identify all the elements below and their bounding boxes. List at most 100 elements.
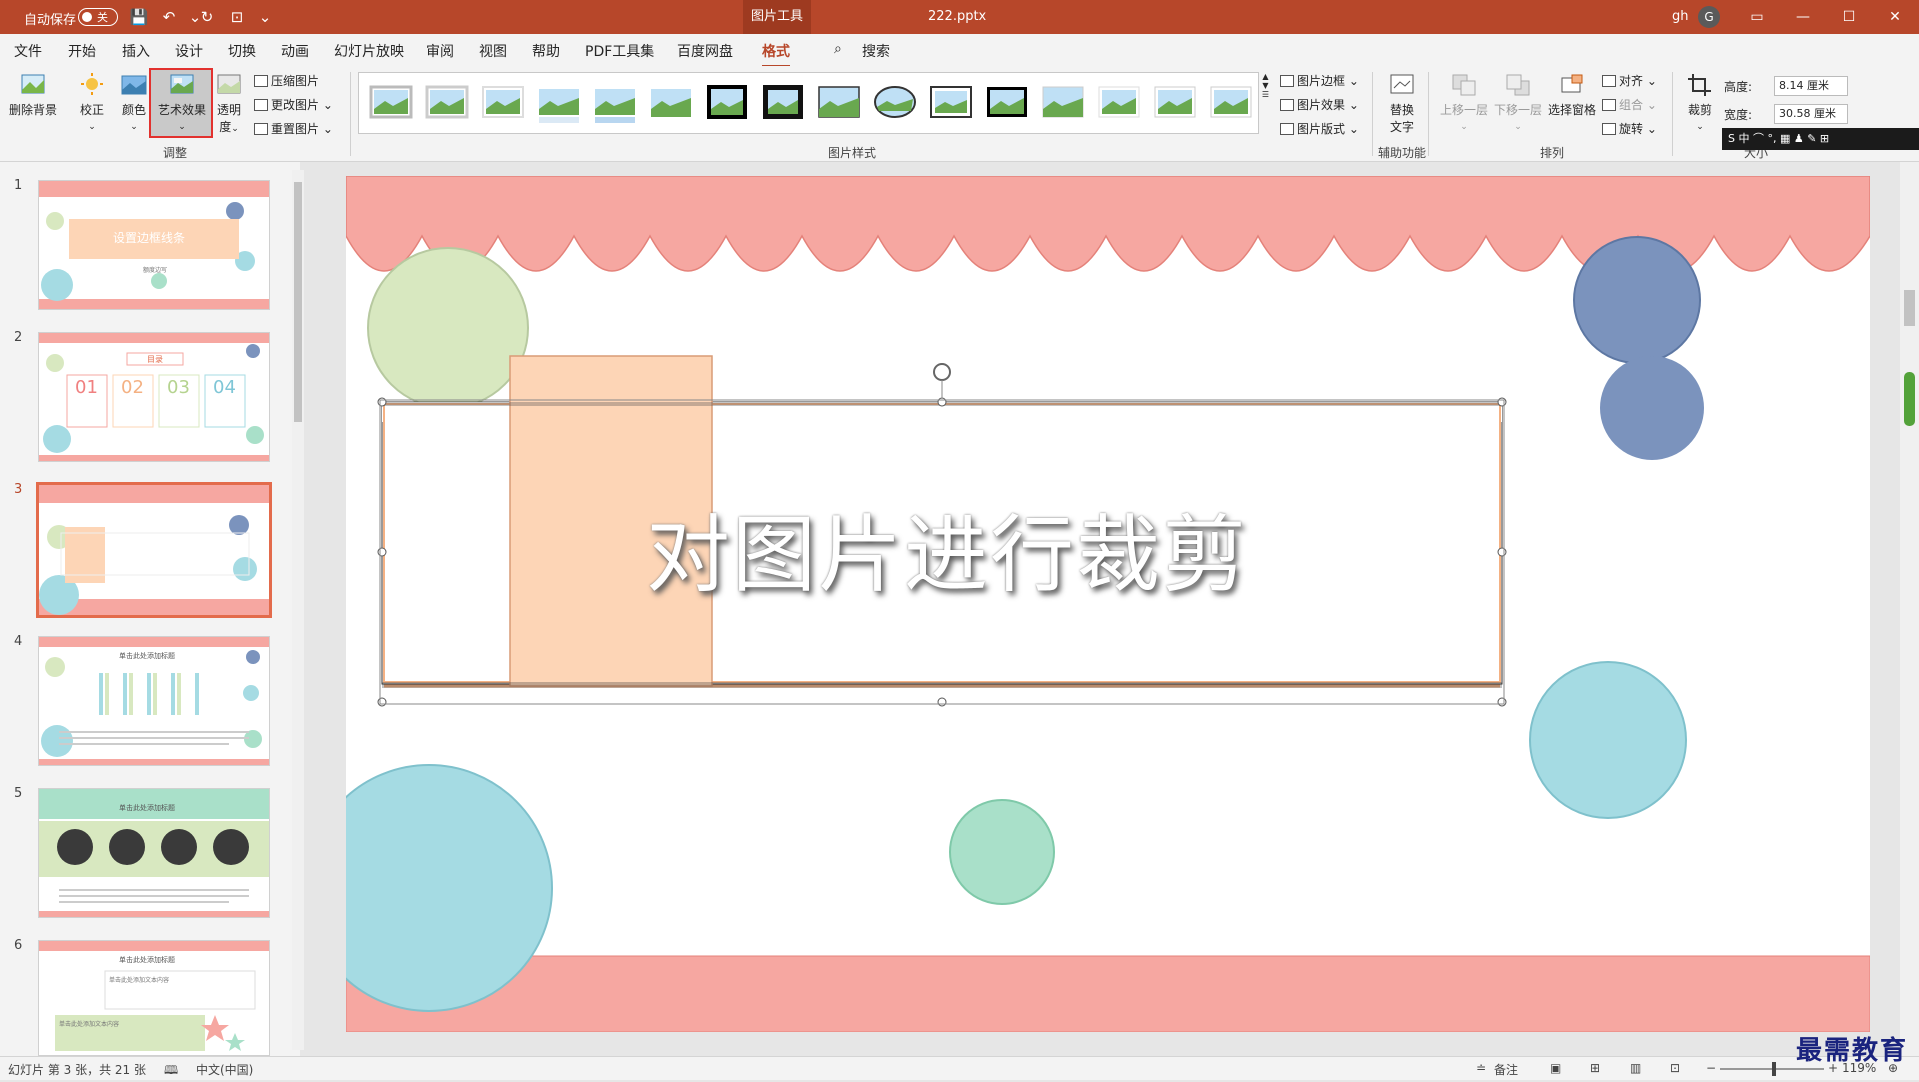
slide-thumbnail-3[interactable]	[36, 482, 272, 618]
style-thumb[interactable]	[1210, 86, 1252, 118]
close-icon[interactable]: ✕	[1872, 0, 1918, 34]
slide-thumbnail-2[interactable]: 目录 01 02 03 04	[38, 332, 270, 462]
correct-button[interactable]: 校正 ⌄	[74, 72, 110, 132]
bottom-band	[346, 955, 1870, 1032]
zoom-slider-thumb[interactable]	[1772, 1062, 1776, 1076]
autosave-toggle[interactable]: 关	[78, 8, 118, 26]
normal-view-icon[interactable]: ▣	[1550, 1061, 1561, 1075]
tab-review[interactable]: 审阅	[426, 41, 454, 61]
style-thumb[interactable]	[651, 89, 691, 117]
picture-effects-button[interactable]: 图片效果 ⌄	[1280, 96, 1359, 113]
reset-picture-button[interactable]: 重置图片 ⌄	[254, 120, 333, 137]
slide-scrollbar[interactable]	[1900, 162, 1919, 1056]
avatar[interactable]: G	[1698, 6, 1720, 28]
slide-1-subtitle: 额度边写	[143, 267, 168, 274]
style-thumb[interactable]	[930, 86, 972, 118]
redo-icon[interactable]: ↻	[196, 6, 218, 28]
tab-transitions[interactable]: 切换	[228, 41, 256, 61]
gallery-scroll[interactable]: ▲ ▼ ☰	[1258, 72, 1272, 134]
height-input[interactable]: 8.14 厘米	[1774, 76, 1848, 96]
align-button[interactable]: 对齐 ⌄	[1602, 72, 1657, 89]
ribbon-tabs: 文件 开始 插入 设计 切换 动画 幻灯片放映 审阅 视图 帮助 PDF工具集 …	[0, 34, 1919, 96]
style-thumb[interactable]	[1154, 86, 1196, 118]
slideshow-view-icon[interactable]: ⊡	[1670, 1061, 1680, 1075]
slide-sorter-icon[interactable]: ⊞	[1590, 1061, 1600, 1075]
spellcheck-icon[interactable]: 🕮	[164, 1061, 178, 1082]
transparency-button[interactable]: 透明 度⌄	[214, 72, 244, 135]
save-icon[interactable]: 💾	[128, 6, 150, 28]
tab-help[interactable]: 帮助	[532, 41, 560, 61]
style-thumb[interactable]	[874, 86, 916, 118]
compress-pictures-button[interactable]: 压缩图片	[254, 72, 319, 89]
style-thumb[interactable]	[482, 86, 524, 118]
selection-pane-button[interactable]: 选择窗格	[1546, 72, 1598, 118]
art-effects-button-highlighted[interactable]: 艺术效果 ⌄	[150, 72, 214, 132]
color-button[interactable]: 颜色 ⌄	[116, 72, 152, 132]
tab-format[interactable]: 格式	[762, 41, 790, 68]
change-picture-button[interactable]: 更改图片 ⌄	[254, 96, 333, 113]
maximize-icon[interactable]: ☐	[1826, 0, 1872, 34]
width-label: 宽度:	[1724, 108, 1753, 122]
remove-background-button[interactable]: 删除背景	[8, 72, 58, 118]
style-thumb[interactable]	[539, 89, 579, 123]
color-icon	[121, 75, 147, 95]
slide-thumbnail-1[interactable]: 设置边框线条 额度边写	[38, 180, 270, 310]
style-thumb[interactable]	[818, 86, 860, 118]
slide-thumbnail-6[interactable]: 单击此处添加标题 单击此处添加文本内容 单击此处添加文本内容	[38, 940, 270, 1056]
rotate-handle-icon[interactable]	[933, 363, 951, 398]
search-icon[interactable]: ⌕	[834, 41, 842, 57]
style-thumb[interactable]	[369, 85, 413, 119]
send-backward-button[interactable]: 下移一层 ⌄	[1492, 72, 1544, 132]
scroll-thumb[interactable]	[1904, 290, 1915, 326]
undo-icon[interactable]: ↶	[158, 6, 180, 28]
slide-title[interactable]: 对图片进行裁剪	[646, 488, 1546, 609]
picture-border-button[interactable]: 图片边框 ⌄	[1280, 72, 1359, 89]
style-thumb[interactable]	[1042, 86, 1084, 118]
tab-view[interactable]: 视图	[479, 41, 507, 61]
reading-view-icon[interactable]: ▥	[1630, 1061, 1641, 1075]
present-icon[interactable]: ⊡	[226, 6, 248, 28]
style-thumb[interactable]	[987, 87, 1027, 117]
group-label-arrange: 排列	[1540, 146, 1565, 160]
search-label[interactable]: 搜索	[862, 41, 890, 61]
style-thumb[interactable]	[707, 85, 747, 119]
ribbon-display-icon[interactable]: ▭	[1734, 0, 1780, 34]
group-button[interactable]: 组合 ⌄	[1602, 96, 1657, 113]
tab-file[interactable]: 文件	[14, 41, 42, 61]
tab-home[interactable]: 开始	[68, 41, 96, 61]
slide-thumbnail-5[interactable]: 单击此处添加标题	[38, 788, 270, 918]
language[interactable]: 中文(中国)	[196, 1061, 253, 1078]
width-input[interactable]: 30.58 厘米	[1774, 104, 1848, 124]
alt-text-button[interactable]: 替换 文字	[1384, 72, 1420, 135]
zoom-out-icon[interactable]: −	[1706, 1061, 1716, 1075]
slide-2-item: 04	[213, 377, 236, 398]
notes-button[interactable]: 备注	[1494, 1061, 1518, 1078]
style-thumb[interactable]	[763, 85, 803, 119]
picture-layout-button[interactable]: 图片版式 ⌄	[1280, 120, 1359, 137]
title-bar: 自动保存 关 💾 ↶ ⌄ ↻ ⊡ ⌄ 图片工具 222.pptx gh G ▭ …	[0, 0, 1919, 34]
tab-animations[interactable]: 动画	[281, 41, 309, 61]
minimize-icon[interactable]: —	[1780, 0, 1826, 34]
tab-slideshow[interactable]: 幻灯片放映	[334, 41, 404, 61]
rotate-button[interactable]: 旋转 ⌄	[1602, 120, 1657, 137]
slide-6-title: 单击此处添加标题	[119, 956, 175, 964]
crop-button[interactable]: 裁剪 ⌄	[1682, 72, 1718, 132]
tab-baidu-netdisk[interactable]: 百度网盘	[677, 41, 733, 61]
user-name: gh	[1672, 9, 1689, 24]
style-thumb[interactable]	[425, 85, 469, 119]
slide-info: 幻灯片 第 3 张，共 21 张	[8, 1063, 146, 1077]
customize-qat-icon[interactable]: ⌄	[254, 6, 276, 28]
tab-design[interactable]: 设计	[175, 41, 203, 61]
thumbnail-pane-scrollbar[interactable]	[292, 170, 304, 1050]
tab-insert[interactable]: 插入	[122, 41, 150, 61]
style-thumb[interactable]	[595, 89, 635, 123]
scroll-thumb[interactable]	[294, 182, 302, 422]
current-slide[interactable]: 对图片进行裁剪	[346, 176, 1870, 1032]
zoom-slider[interactable]	[1720, 1062, 1824, 1076]
style-thumb[interactable]	[1098, 86, 1140, 118]
notes-icon[interactable]: ≐	[1476, 1061, 1486, 1075]
bring-forward-button[interactable]: 上移一层 ⌄	[1438, 72, 1490, 132]
tab-pdf-tools[interactable]: PDF工具集	[585, 41, 654, 61]
ime-toolbar[interactable]: S 中 ⌒ °, ▦ ♟ ✎ ⊞	[1722, 128, 1919, 150]
slide-thumbnail-4[interactable]: 单击此处添加标题	[38, 636, 270, 766]
